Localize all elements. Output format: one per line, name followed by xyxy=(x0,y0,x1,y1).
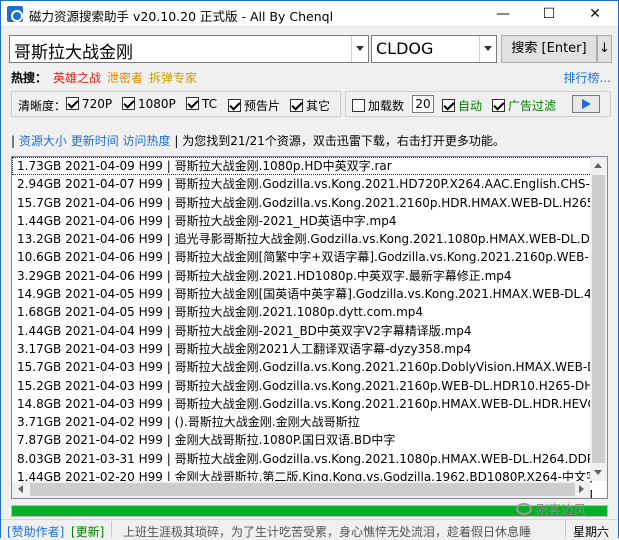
sort-by-time-link[interactable]: 更新时间 xyxy=(71,134,119,148)
scroll-down-icon[interactable] xyxy=(590,464,607,481)
result-row[interactable]: 1.44GB 2021-04-04 H99 | 哥斯拉大战金刚-2021_BD中… xyxy=(12,322,592,340)
horizontal-scrollbar[interactable] xyxy=(12,481,590,498)
results-list[interactable]: 1.73GB 2021-04-09 H99 | 哥斯拉大战金刚.1080p.HD… xyxy=(11,156,608,499)
load-count-checkbox[interactable]: 加载数 xyxy=(352,97,405,113)
hot-search-bar: 热搜： 英雄之战 泄密者 拆弹专家 排行榜... xyxy=(11,69,611,85)
filter-trailer-checkbox[interactable]: 预告片 xyxy=(228,97,281,113)
result-row[interactable]: 3.29GB 2021-04-06 H99 | 哥斯拉大战金刚.2021.HD1… xyxy=(12,267,592,285)
result-row[interactable]: 1.44GB 2021-04-06 H99 | 哥斯拉大战金刚-2021_HD英… xyxy=(12,212,592,230)
play-icon[interactable] xyxy=(572,95,600,113)
result-row[interactable]: 3.17GB 2021-04-03 H99 | 哥斯拉大战金刚2021人工翻译双… xyxy=(12,340,592,358)
sponsor-link[interactable]: [赞助作者] xyxy=(7,523,64,540)
chevron-down-icon[interactable] xyxy=(479,36,496,62)
site-source-combobox[interactable]: CLDOG xyxy=(371,35,497,63)
filter-720p-checkbox[interactable]: 720P xyxy=(66,97,112,112)
status-divider xyxy=(565,521,566,537)
scrollbar-thumb[interactable] xyxy=(30,483,575,496)
close-button[interactable]: ✕ xyxy=(572,1,618,27)
hot-search-item[interactable]: 泄密者 xyxy=(107,71,143,85)
result-row[interactable]: 2.94GB 2021-04-07 H99 | 哥斯拉大战金刚.Godzilla… xyxy=(12,175,592,193)
result-row[interactable]: 10.6GB 2021-04-06 H99 | 哥斯拉大战金刚[简繁中字+双语字… xyxy=(12,248,592,266)
result-row[interactable]: 15.7GB 2021-04-06 H99 | 哥斯拉大战金刚.Godzilla… xyxy=(12,194,592,212)
scroll-up-icon[interactable] xyxy=(590,157,607,174)
more-options-button[interactable]: ↓ xyxy=(597,35,612,63)
checkbox-icon xyxy=(122,97,135,110)
status-divider xyxy=(111,521,112,537)
resolution-filter-group: 清晰度： 720P 1080P TC 预告片 其它 xyxy=(11,91,341,117)
result-row[interactable]: 14.8GB 2021-04-03 H99 | 哥斯拉大战金刚.Godzilla… xyxy=(12,395,592,413)
result-row[interactable]: 15.2GB 2021-04-03 H99 | 哥斯拉大战金刚.Godzilla… xyxy=(12,377,592,395)
sort-by-heat-link[interactable]: 访问热度 xyxy=(123,134,171,148)
scroll-left-icon[interactable] xyxy=(12,481,29,498)
filter-other-checkbox[interactable]: 其它 xyxy=(290,97,331,113)
checkbox-icon xyxy=(228,99,241,112)
filter-1080p-checkbox[interactable]: 1080P xyxy=(122,97,176,112)
result-message: 为您找到21/21个资源，双击迅雷下载，右击打开更多功能。 xyxy=(182,134,505,148)
result-row[interactable]: 7.87GB 2021-04-02 H99 | 金刚大战哥斯拉.1080P.国日… xyxy=(12,431,592,449)
title-bar[interactable]: 磁力资源搜索助手 v20.10.20 正式版 - All By Chenql —… xyxy=(1,1,618,27)
search-button[interactable]: 搜索 [Enter] xyxy=(501,35,597,63)
filter-tc-label: TC xyxy=(202,97,218,111)
load-count-label: 加载数 xyxy=(368,99,405,113)
scroll-right-icon[interactable] xyxy=(573,481,590,498)
filter-720p-label: 720P xyxy=(82,97,113,111)
checkbox-icon xyxy=(492,99,505,112)
checkbox-icon xyxy=(66,97,79,110)
window-title: 磁力资源搜索助手 v20.10.20 正式版 - All By Chenql xyxy=(29,9,334,24)
checkbox-icon xyxy=(186,97,199,110)
filter-other-label: 其它 xyxy=(306,99,331,113)
search-query-value: 哥斯拉大战金刚 xyxy=(14,43,133,63)
result-row[interactable]: 13.2GB 2021-04-06 H99 | 追光寻影哥斯拉大战金刚.Godz… xyxy=(12,230,592,248)
result-row[interactable]: 1.68GB 2021-04-05 H99 | 哥斯拉大战金刚.2021.108… xyxy=(12,303,592,321)
ranking-link[interactable]: 排行榜... xyxy=(564,69,611,86)
result-row[interactable]: 15.7GB 2021-04-03 H99 | 哥斯拉大战金刚.Godzilla… xyxy=(12,358,592,376)
checkbox-icon xyxy=(352,99,365,112)
hot-search-label: 热搜： xyxy=(11,71,48,85)
hot-search-item[interactable]: 英雄之战 xyxy=(53,71,101,85)
chevron-down-icon[interactable] xyxy=(351,36,368,62)
filter-tc-checkbox[interactable]: TC xyxy=(186,97,217,112)
auto-checkbox[interactable]: 自动 xyxy=(442,97,483,113)
load-options-group: 加载数 20 自动 广告过滤 xyxy=(345,91,611,117)
site-source-value: CLDOG xyxy=(376,39,434,58)
minimize-button[interactable]: — xyxy=(480,1,526,27)
load-count-input[interactable]: 20 xyxy=(412,95,434,113)
sort-info-bar: | 资源大小 更新时间 访问热度 | 为您找到21/21个资源，双击迅雷下载，右… xyxy=(11,132,611,148)
magnet-app-icon xyxy=(7,6,23,22)
separator: | xyxy=(170,134,183,148)
vertical-scrollbar[interactable] xyxy=(590,157,607,481)
auto-label: 自动 xyxy=(458,99,483,113)
checkbox-icon xyxy=(290,99,303,112)
ad-filter-checkbox[interactable]: 广告过滤 xyxy=(492,97,557,113)
maximize-button[interactable]: ☐ xyxy=(526,1,572,27)
hot-search-item[interactable]: 拆弹专家 xyxy=(149,71,197,85)
wechat-icon xyxy=(516,503,532,515)
weekday-label: 星期六 xyxy=(573,525,610,539)
resolution-label: 清晰度： xyxy=(18,99,67,113)
result-row[interactable]: 8.03GB 2021-03-31 H99 | 哥斯拉大战金刚.Godzilla… xyxy=(12,450,592,468)
status-motto: 上班生涯极其琐碎，为了生计吃苦受累，身心憔悴无处流泪，趁着假日休息睡 xyxy=(123,525,532,539)
sort-by-size-link[interactable]: 资源大小 xyxy=(19,134,67,148)
separator: | xyxy=(11,134,19,148)
update-link[interactable]: [更新] xyxy=(71,523,104,540)
ad-filter-label: 广告过滤 xyxy=(508,99,557,113)
filter-1080p-label: 1080P xyxy=(138,97,176,111)
app-window: 磁力资源搜索助手 v20.10.20 正式版 - All By Chenql —… xyxy=(0,0,619,540)
result-row[interactable]: 1.73GB 2021-04-09 H99 | 哥斯拉大战金刚.1080p.HD… xyxy=(12,157,592,176)
watermark-text: 刚客边风 xyxy=(536,502,587,517)
checkbox-icon xyxy=(442,99,455,112)
result-row[interactable]: 3.71GB 2021-04-02 H99 | ().哥斯拉大战金刚.金刚大战哥… xyxy=(12,413,592,431)
scrollbar-thumb[interactable] xyxy=(592,175,605,463)
results-rows: 1.73GB 2021-04-09 H99 | 哥斯拉大战金刚.1080p.HD… xyxy=(12,157,592,498)
status-bar: [赞助作者] [更新] 上班生涯极其琐碎，为了生计吃苦受累，身心憔悴无处流泪，趁… xyxy=(1,519,618,540)
filter-trailer-label: 预告片 xyxy=(244,99,281,113)
search-query-combobox[interactable]: 哥斯拉大战金刚 xyxy=(9,35,369,63)
result-row[interactable]: 14.9GB 2021-04-05 H99 | 哥斯拉大战金刚[国英语中英字幕]… xyxy=(12,285,592,303)
